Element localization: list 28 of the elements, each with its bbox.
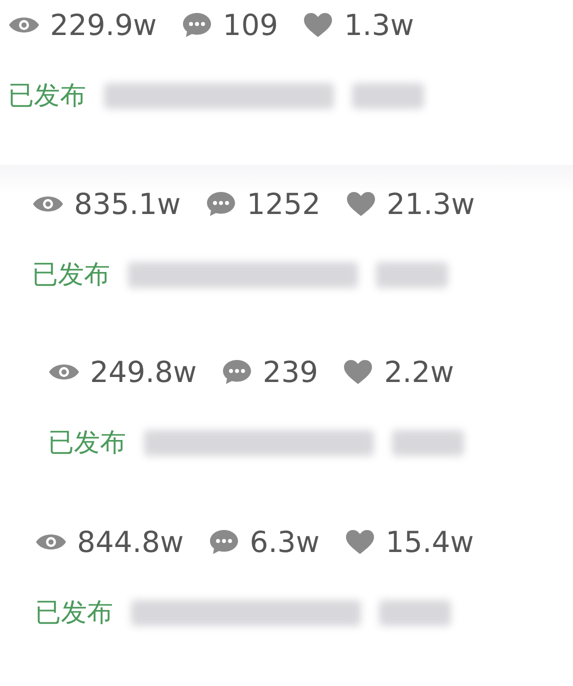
comment-icon	[180, 12, 213, 38]
like-count: 1.3w	[344, 8, 414, 42]
publish-status: 已发布	[8, 80, 86, 113]
publish-status: 已发布	[48, 427, 126, 460]
comment-count: 109	[222, 8, 278, 42]
heart-icon	[342, 359, 374, 385]
like-count: 2.2w	[384, 355, 454, 389]
view-count: 844.8w	[77, 525, 184, 559]
comment-icon	[208, 529, 240, 555]
blurred-title	[376, 262, 448, 288]
view-count: 229.9w	[50, 8, 157, 42]
like-count: 21.3w	[386, 187, 475, 221]
like-count: 15.4w	[386, 525, 474, 559]
heart-icon	[302, 12, 334, 38]
comment-count: 6.3w	[250, 525, 320, 559]
blurred-title	[352, 82, 424, 108]
comment-count: 239	[262, 355, 318, 389]
heart-icon	[344, 529, 376, 555]
publish-status: 已发布	[32, 259, 110, 292]
blurred-title	[379, 600, 451, 626]
comment-icon	[204, 191, 237, 217]
view-count: 835.1w	[74, 187, 181, 221]
comment-icon	[220, 359, 253, 385]
blurred-title	[392, 430, 464, 456]
view-count: 249.8w	[90, 355, 197, 389]
comment-count: 1252	[246, 187, 321, 221]
publish-status: 已发布	[35, 597, 113, 630]
heart-icon	[344, 191, 377, 217]
